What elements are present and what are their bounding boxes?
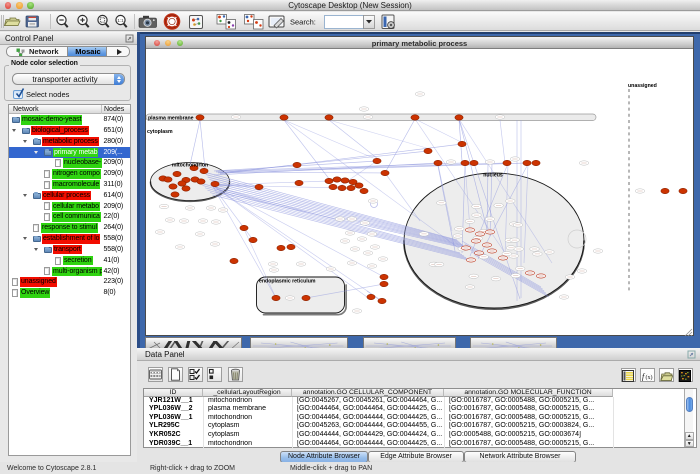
svg-text:nucleus: nucleus bbox=[483, 173, 503, 179]
svg-text:cytoplasm: cytoplasm bbox=[147, 129, 173, 135]
svg-text:plasma membrane: plasma membrane bbox=[148, 116, 194, 122]
svg-text:unassigned: unassigned bbox=[628, 83, 657, 89]
svg-text:Search:: Search: bbox=[290, 18, 316, 27]
svg-text:mitochondrion: mitochondrion bbox=[172, 163, 208, 169]
svg-text:1:1: 1:1 bbox=[117, 18, 124, 23]
svg-text:(x): (x) bbox=[646, 374, 653, 381]
svg-text:endoplasmic reticulum: endoplasmic reticulum bbox=[259, 279, 316, 285]
